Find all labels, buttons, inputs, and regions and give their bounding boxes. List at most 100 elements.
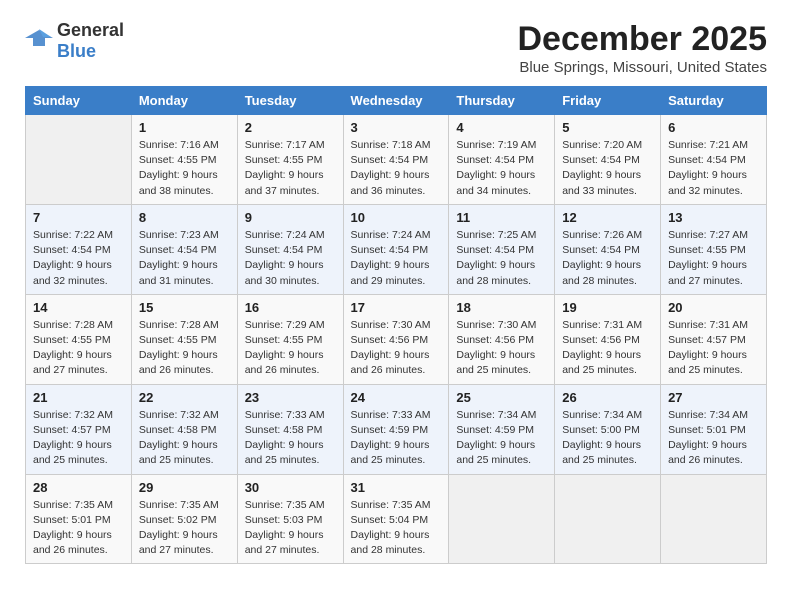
calendar-week-4: 21 Sunrise: 7:32 AMSunset: 4:57 PMDayligh… xyxy=(26,384,767,474)
calendar-cell: 2 Sunrise: 7:17 AMSunset: 4:55 PMDaylight… xyxy=(237,115,343,205)
date-number: 14 xyxy=(33,300,124,315)
date-number: 25 xyxy=(456,390,547,405)
calendar-cell: 14 Sunrise: 7:28 AMSunset: 4:55 PMDayligh… xyxy=(26,294,132,384)
date-number: 29 xyxy=(139,480,230,495)
calendar-cell: 9 Sunrise: 7:24 AMSunset: 4:54 PMDaylight… xyxy=(237,204,343,294)
calendar-subtitle: Blue Springs, Missouri, United States xyxy=(517,59,767,76)
date-number: 13 xyxy=(668,210,759,225)
date-number: 4 xyxy=(456,120,547,135)
cell-info: Sunrise: 7:31 AMSunset: 4:57 PMDaylight:… xyxy=(668,318,759,379)
date-number: 20 xyxy=(668,300,759,315)
cell-info: Sunrise: 7:27 AMSunset: 4:55 PMDaylight:… xyxy=(668,228,759,289)
calendar-cell: 6 Sunrise: 7:21 AMSunset: 4:54 PMDaylight… xyxy=(661,115,767,205)
date-number: 22 xyxy=(139,390,230,405)
logo: General Blue xyxy=(25,20,124,62)
cell-info: Sunrise: 7:31 AMSunset: 4:56 PMDaylight:… xyxy=(562,318,653,379)
cell-info: Sunrise: 7:30 AMSunset: 4:56 PMDaylight:… xyxy=(456,318,547,379)
date-number: 8 xyxy=(139,210,230,225)
cell-info: Sunrise: 7:35 AMSunset: 5:04 PMDaylight:… xyxy=(351,498,442,559)
header-day-tuesday: Tuesday xyxy=(237,87,343,115)
date-number: 27 xyxy=(668,390,759,405)
calendar-header: SundayMondayTuesdayWednesdayThursdayFrid… xyxy=(26,87,767,115)
calendar-cell xyxy=(555,474,661,564)
calendar-table: SundayMondayTuesdayWednesdayThursdayFrid… xyxy=(25,86,767,564)
calendar-cell: 24 Sunrise: 7:33 AMSunset: 4:59 PMDayligh… xyxy=(343,384,449,474)
date-number: 18 xyxy=(456,300,547,315)
calendar-cell: 8 Sunrise: 7:23 AMSunset: 4:54 PMDaylight… xyxy=(131,204,237,294)
date-number: 19 xyxy=(562,300,653,315)
calendar-cell: 25 Sunrise: 7:34 AMSunset: 4:59 PMDayligh… xyxy=(449,384,555,474)
logo-text: General Blue xyxy=(57,20,124,62)
date-number: 5 xyxy=(562,120,653,135)
date-number: 6 xyxy=(668,120,759,135)
cell-info: Sunrise: 7:28 AMSunset: 4:55 PMDaylight:… xyxy=(33,318,124,379)
header: General Blue December 2025 Blue Springs,… xyxy=(25,20,767,76)
cell-info: Sunrise: 7:22 AMSunset: 4:54 PMDaylight:… xyxy=(33,228,124,289)
date-number: 30 xyxy=(245,480,336,495)
calendar-week-5: 28 Sunrise: 7:35 AMSunset: 5:01 PMDayligh… xyxy=(26,474,767,564)
cell-info: Sunrise: 7:32 AMSunset: 4:58 PMDaylight:… xyxy=(139,408,230,469)
calendar-cell xyxy=(449,474,555,564)
calendar-week-3: 14 Sunrise: 7:28 AMSunset: 4:55 PMDayligh… xyxy=(26,294,767,384)
date-number: 17 xyxy=(351,300,442,315)
calendar-cell: 16Sunrise: 7:29 AMSunset: 4:55 PMDayligh… xyxy=(237,294,343,384)
calendar-cell: 15 Sunrise: 7:28 AMSunset: 4:55 PMDayligh… xyxy=(131,294,237,384)
date-number: 24 xyxy=(351,390,442,405)
calendar-week-2: 7 Sunrise: 7:22 AMSunset: 4:54 PMDaylight… xyxy=(26,204,767,294)
calendar-cell xyxy=(661,474,767,564)
cell-info: Sunrise: 7:24 AMSunset: 4:54 PMDaylight:… xyxy=(245,228,336,289)
header-day-thursday: Thursday xyxy=(449,87,555,115)
cell-info: Sunrise: 7:35 AMSunset: 5:01 PMDaylight:… xyxy=(33,498,124,559)
header-day-wednesday: Wednesday xyxy=(343,87,449,115)
cell-info: Sunrise: 7:25 AMSunset: 4:54 PMDaylight:… xyxy=(456,228,547,289)
cell-info: Sunrise: 7:19 AMSunset: 4:54 PMDaylight:… xyxy=(456,138,547,199)
calendar-cell: 18 Sunrise: 7:30 AMSunset: 4:56 PMDayligh… xyxy=(449,294,555,384)
date-number: 31 xyxy=(351,480,442,495)
cell-info: Sunrise: 7:34 AMSunset: 4:59 PMDaylight:… xyxy=(456,408,547,469)
date-number: 1 xyxy=(139,120,230,135)
calendar-cell: 1 Sunrise: 7:16 AMSunset: 4:55 PMDaylight… xyxy=(131,115,237,205)
date-number: 9 xyxy=(245,210,336,225)
cell-info: Sunrise: 7:35 AMSunset: 5:02 PMDaylight:… xyxy=(139,498,230,559)
cell-info: Sunrise: 7:26 AMSunset: 4:54 PMDaylight:… xyxy=(562,228,653,289)
date-number: 7 xyxy=(33,210,124,225)
cell-info: Sunrise: 7:34 AMSunset: 5:01 PMDaylight:… xyxy=(668,408,759,469)
calendar-cell: 29 Sunrise: 7:35 AMSunset: 5:02 PMDayligh… xyxy=(131,474,237,564)
calendar-cell: 26 Sunrise: 7:34 AMSunset: 5:00 PMDayligh… xyxy=(555,384,661,474)
cell-info: Sunrise: 7:23 AMSunset: 4:54 PMDaylight:… xyxy=(139,228,230,289)
date-number: 12 xyxy=(562,210,653,225)
calendar-cell: 20 Sunrise: 7:31 AMSunset: 4:57 PMDayligh… xyxy=(661,294,767,384)
cell-info: Sunrise: 7:34 AMSunset: 5:00 PMDaylight:… xyxy=(562,408,653,469)
calendar-cell: 27 Sunrise: 7:34 AMSunset: 5:01 PMDayligh… xyxy=(661,384,767,474)
date-number: 26 xyxy=(562,390,653,405)
cell-info: Sunrise: 7:20 AMSunset: 4:54 PMDaylight:… xyxy=(562,138,653,199)
calendar-cell: 3Sunrise: 7:18 AMSunset: 4:54 PMDaylight… xyxy=(343,115,449,205)
calendar-cell: 4 Sunrise: 7:19 AMSunset: 4:54 PMDaylight… xyxy=(449,115,555,205)
calendar-cell: 5 Sunrise: 7:20 AMSunset: 4:54 PMDaylight… xyxy=(555,115,661,205)
calendar-cell: 23Sunrise: 7:33 AMSunset: 4:58 PMDayligh… xyxy=(237,384,343,474)
title-area: December 2025 Blue Springs, Missouri, Un… xyxy=(517,20,767,76)
cell-info: Sunrise: 7:16 AMSunset: 4:55 PMDaylight:… xyxy=(139,138,230,199)
cell-info: Sunrise: 7:28 AMSunset: 4:55 PMDaylight:… xyxy=(139,318,230,379)
date-number: 21 xyxy=(33,390,124,405)
cell-info: Sunrise: 7:33 AMSunset: 4:58 PMDaylight:… xyxy=(245,408,336,469)
header-day-monday: Monday xyxy=(131,87,237,115)
calendar-cell: 21 Sunrise: 7:32 AMSunset: 4:57 PMDayligh… xyxy=(26,384,132,474)
date-number: 16 xyxy=(245,300,336,315)
calendar-cell xyxy=(26,115,132,205)
calendar-week-1: 1 Sunrise: 7:16 AMSunset: 4:55 PMDaylight… xyxy=(26,115,767,205)
date-number: 2 xyxy=(245,120,336,135)
cell-info: Sunrise: 7:17 AMSunset: 4:55 PMDaylight:… xyxy=(245,138,336,199)
calendar-cell: 10Sunrise: 7:24 AMSunset: 4:54 PMDayligh… xyxy=(343,204,449,294)
calendar-cell: 19 Sunrise: 7:31 AMSunset: 4:56 PMDayligh… xyxy=(555,294,661,384)
calendar-cell: 31 Sunrise: 7:35 AMSunset: 5:04 PMDayligh… xyxy=(343,474,449,564)
header-day-sunday: Sunday xyxy=(26,87,132,115)
date-number: 28 xyxy=(33,480,124,495)
cell-info: Sunrise: 7:30 AMSunset: 4:56 PMDaylight:… xyxy=(351,318,442,379)
cell-info: Sunrise: 7:33 AMSunset: 4:59 PMDaylight:… xyxy=(351,408,442,469)
calendar-cell: 28 Sunrise: 7:35 AMSunset: 5:01 PMDayligh… xyxy=(26,474,132,564)
cell-info: Sunrise: 7:21 AMSunset: 4:54 PMDaylight:… xyxy=(668,138,759,199)
date-number: 15 xyxy=(139,300,230,315)
cell-info: Sunrise: 7:32 AMSunset: 4:57 PMDaylight:… xyxy=(33,408,124,469)
calendar-title: December 2025 xyxy=(517,20,767,59)
